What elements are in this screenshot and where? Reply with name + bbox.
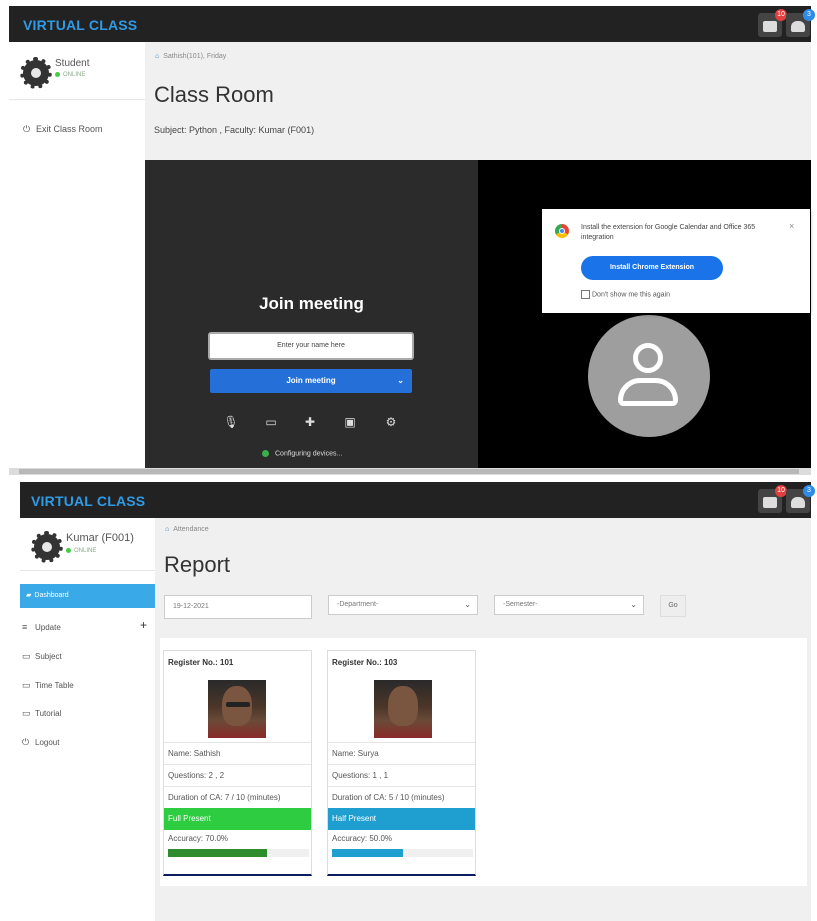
bottom-content: ⌂ Attendance Report 19-12-2021 -Departmen… — [155, 518, 811, 921]
chevron-down-icon: ⌄ — [464, 600, 471, 609]
bottom-navbar: VIRTUAL CLASS 10 3 — [20, 482, 815, 518]
brand-logo[interactable]: VIRTUAL CLASS — [23, 17, 137, 33]
bell-badge: 3 — [803, 9, 815, 21]
mic-mute-icon[interactable]: 🎙 — [223, 414, 239, 430]
go-button[interactable]: Go — [660, 595, 686, 617]
breadcrumb: ⌂ Sathish(101), Friday — [155, 53, 227, 60]
video-preview-panel — [478, 160, 811, 468]
bottom-sidebar: Kumar (F001) ONLINE ▰ Dashboard ≡ Update +… — [20, 518, 155, 921]
report-panel: Register No.: 101 Name: Sathish Question… — [160, 638, 807, 886]
home-icon[interactable]: ⌂ — [165, 526, 169, 533]
accuracy-bar-fill — [168, 849, 267, 857]
horizontal-scrollbar[interactable] — [9, 468, 811, 475]
dont-show-checkbox-row[interactable]: Don't show me this again — [581, 290, 670, 299]
sidebar-item-tutorial[interactable]: ▭ Tutorial — [22, 708, 61, 719]
questions-count: Questions: 2 , 2 — [164, 764, 311, 787]
power-icon: ⏻ — [22, 737, 30, 747]
date-input[interactable]: 19-12-2021 — [164, 595, 312, 619]
accuracy-bar — [332, 849, 473, 857]
accuracy-bar — [168, 849, 309, 857]
chevron-down-icon[interactable]: ⌄ — [397, 369, 404, 393]
accuracy-label: Accuracy: 70.0% — [168, 834, 229, 843]
checkbox[interactable] — [581, 290, 590, 299]
gear-icon — [31, 531, 63, 563]
name-input[interactable]: Enter your name here — [208, 332, 414, 360]
user-name: Student — [55, 58, 90, 69]
student-card: Register No.: 101 Name: Sathish Question… — [163, 650, 312, 876]
register-number: Register No.: 103 — [332, 658, 398, 667]
camera-off-icon[interactable]: ▭ — [263, 414, 279, 430]
online-status: ONLINE — [66, 548, 96, 554]
duration: Duration of CA: 7 / 10 (minutes) — [164, 786, 311, 809]
student-photo — [374, 680, 432, 738]
expand-plus-icon[interactable]: + — [140, 618, 147, 632]
scrollbar-thumb[interactable] — [19, 469, 799, 474]
student-name: Name: Surya — [328, 742, 475, 765]
sidebar-item-time-table[interactable]: ▭ Time Table — [22, 680, 74, 691]
square-icon: ▭ — [22, 680, 31, 690]
bell-icon[interactable]: 3 — [786, 485, 815, 513]
sidebar-item-update[interactable]: ≡ Update + — [22, 618, 147, 632]
home-icon[interactable]: ⌂ — [155, 53, 159, 60]
breadcrumb: ⌂ Attendance — [165, 526, 209, 533]
dashboard-icon: ▰ — [26, 592, 32, 599]
device-status: Configuring devices... — [262, 450, 342, 457]
mail-icon[interactable]: 10 — [758, 9, 787, 37]
settings-icon[interactable]: ⚙ — [383, 414, 399, 430]
mail-icon[interactable]: 10 — [758, 485, 787, 513]
invite-icon[interactable]: ✚ — [302, 414, 318, 430]
square-icon: ▭ — [22, 708, 31, 718]
gear-icon — [20, 57, 52, 89]
list-icon: ≡ — [22, 622, 28, 632]
brand-logo[interactable]: VIRTUAL CLASS — [31, 493, 145, 509]
duration: Duration of CA: 5 / 10 (minutes) — [328, 786, 475, 809]
subject-line: Subject: Python , Faculty: Kumar (F001) — [154, 125, 315, 135]
meeting-prejoin-panel: Join meeting Enter your name here Join m… — [145, 160, 478, 468]
accuracy-label: Accuracy: 50.0% — [332, 834, 393, 843]
semester-select[interactable]: -Semester- ⌄ — [494, 595, 644, 615]
page-title: Class Room — [154, 82, 274, 107]
bell-badge: 3 — [803, 485, 815, 497]
page-title: Report — [164, 552, 231, 577]
online-status: ONLINE — [55, 72, 85, 78]
department-select[interactable]: -Department- ⌄ — [328, 595, 478, 615]
status-dot-icon — [262, 450, 269, 457]
exit-classroom-link[interactable]: ⏻ Exit Class Room — [23, 124, 103, 135]
sidebar-item-dashboard[interactable]: ▰ Dashboard — [20, 584, 155, 608]
status-badge: Half Present — [328, 808, 475, 830]
extension-popup: Install the extension for Google Calenda… — [542, 209, 810, 313]
bell-icon[interactable]: 3 — [786, 9, 815, 37]
power-icon: ⏻ — [23, 124, 31, 134]
questions-count: Questions: 1 , 1 — [328, 764, 475, 787]
student-name: Name: Sathish — [164, 742, 311, 765]
join-meeting-title: Join meeting — [259, 294, 364, 313]
student-card: Register No.: 103 Name: Surya Questions:… — [327, 650, 476, 876]
avatar-icon — [588, 315, 710, 437]
top-navbar: VIRTUAL CLASS 10 3 — [9, 6, 815, 42]
square-icon: ▭ — [22, 651, 31, 661]
join-meeting-button[interactable]: Join meeting ⌄ — [210, 369, 412, 393]
student-photo — [208, 680, 266, 738]
popup-message: Install the extension for Google Calenda… — [581, 224, 756, 241]
chrome-icon — [555, 224, 569, 238]
sidebar-item-logout[interactable]: ⏻ Logout — [22, 737, 59, 748]
top-sidebar: Student ONLINE ⏻ Exit Class Room — [9, 42, 145, 468]
close-icon[interactable]: × — [789, 221, 794, 231]
register-number: Register No.: 101 — [168, 658, 234, 667]
accuracy-bar-fill — [332, 849, 403, 857]
chevron-down-icon: ⌄ — [630, 600, 637, 609]
background-icon[interactable]: ▣ — [342, 414, 358, 430]
install-extension-button[interactable]: Install Chrome Extension — [581, 256, 723, 280]
sidebar-item-subject[interactable]: ▭ Subject — [22, 651, 62, 662]
status-badge: Full Present — [164, 808, 311, 830]
top-content-header: ⌂ Sathish(101), Friday Class Room Subject… — [145, 42, 811, 160]
user-name: Kumar (F001) — [66, 532, 134, 544]
